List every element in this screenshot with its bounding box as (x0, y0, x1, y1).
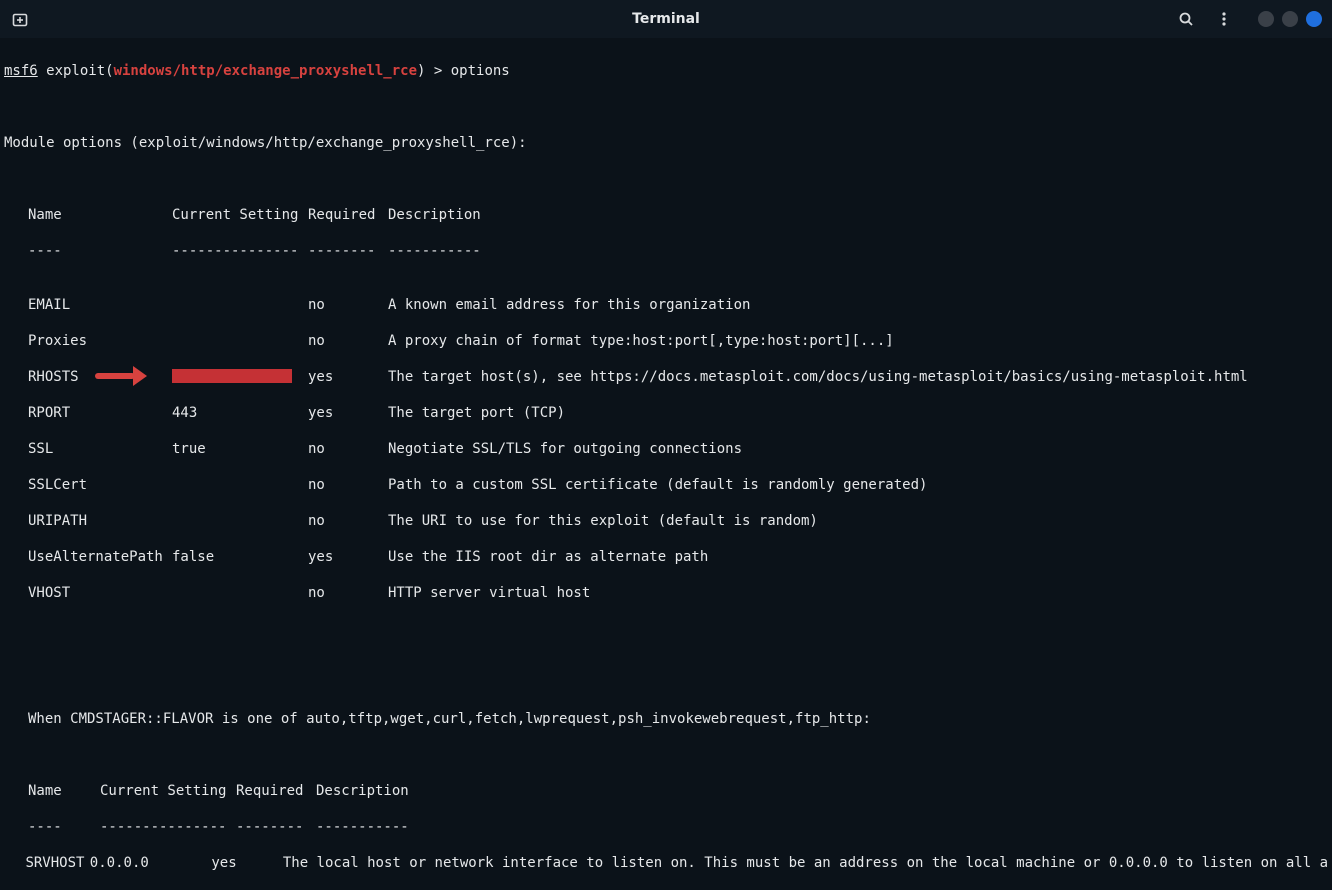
module-options-cols: NameCurrent SettingRequiredDescription (4, 206, 1328, 224)
cmdstager-cols: NameCurrent SettingRequiredDescription (4, 782, 1328, 800)
cmdstager-sep: -------------------------------------- (4, 818, 1328, 836)
maximize-button[interactable] (1282, 11, 1298, 27)
table-row: ProxiesnoA proxy chain of format type:ho… (4, 332, 1328, 350)
table-row: UseAlternatePathfalseyesUse the IIS root… (4, 548, 1328, 566)
close-button[interactable] (1306, 11, 1322, 27)
window-controls (1258, 11, 1322, 27)
new-tab-icon[interactable] (10, 9, 30, 29)
command-text: options (451, 63, 510, 79)
table-row: RHOSTS yesThe target host(s), see https:… (4, 368, 1328, 386)
minimize-button[interactable] (1258, 11, 1274, 27)
prompt-line: msf6 exploit(windows/http/exchange_proxy… (4, 62, 1328, 80)
cmdstager-note: When CMDSTAGER::FLAVOR is one of auto,tf… (4, 710, 1328, 728)
menu-icon[interactable] (1214, 9, 1234, 29)
redacted-value (172, 369, 292, 383)
arrow-icon (95, 368, 149, 384)
prompt-module: windows/http/exchange_proxyshell_rce (114, 63, 417, 79)
terminal-output[interactable]: msf6 exploit(windows/http/exchange_proxy… (0, 38, 1332, 890)
window-title: Terminal (632, 10, 700, 28)
table-row: EMAILnoA known email address for this or… (4, 296, 1328, 314)
titlebar: Terminal (0, 0, 1332, 38)
prompt-user: msf6 (4, 63, 38, 79)
table-row: RPORT443yesThe target port (TCP) (4, 404, 1328, 422)
table-row: SSLtruenoNegotiate SSL/TLS for outgoing … (4, 440, 1328, 458)
table-row: URIPATHnoThe URI to use for this exploit… (4, 512, 1328, 530)
table-row: SSLCertnoPath to a custom SSL certificat… (4, 476, 1328, 494)
search-icon[interactable] (1176, 9, 1196, 29)
table-row: SRVHOST0.0.0.0yesThe local host or netwo… (4, 854, 1328, 872)
module-options-header: Module options (exploit/windows/http/exc… (4, 134, 1328, 152)
table-row: VHOSTnoHTTP server virtual host (4, 584, 1328, 602)
module-options-sep: -------------------------------------- (4, 242, 1328, 260)
